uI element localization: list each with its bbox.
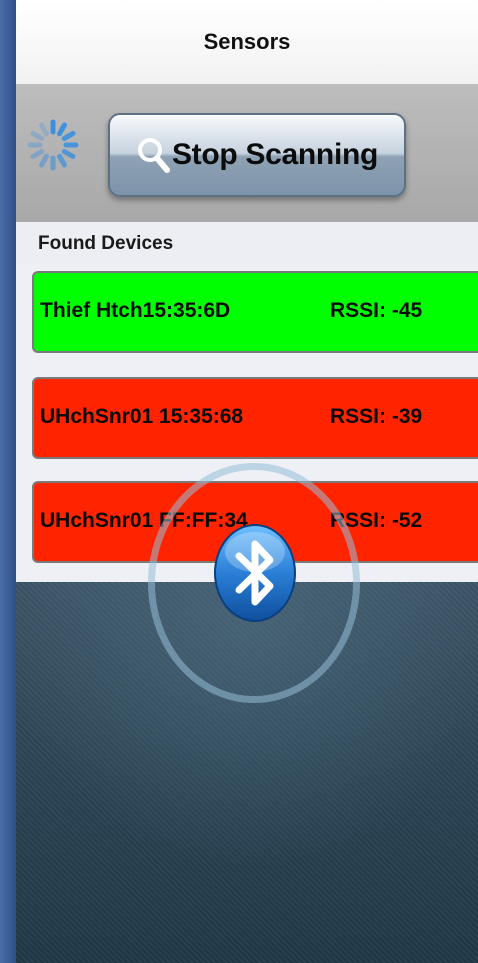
magnifier-icon [137,138,170,173]
app-window: Sensors Stop Scanning Found Devices Thie… [16,0,478,963]
navigation-bar: Sensors [16,0,478,85]
page-title: Sensors [203,29,291,54]
section-header-label: Found Devices [38,233,174,254]
bluetooth-icon[interactable] [212,522,298,624]
device-rssi: RSSI: -39 [330,405,423,428]
scan-button-label: Stop Scanning [171,138,379,171]
device-rssi: RSSI: -45 [330,299,423,322]
background-edge [0,0,16,963]
section-header: Found Devices [16,222,478,265]
activity-spinner-icon [27,119,79,171]
stop-scanning-button[interactable]: Stop Scanning [108,113,406,197]
textured-background [16,582,478,963]
device-name: UHchSnr01 15:35:68 [40,405,244,428]
device-rssi: RSSI: -52 [330,509,423,532]
device-name: Thief Htch15:35:6D [40,299,231,322]
device-row[interactable]: Thief Htch15:35:6D RSSI: -45 [32,271,478,353]
device-row[interactable]: UHchSnr01 15:35:68 RSSI: -39 [32,377,478,459]
